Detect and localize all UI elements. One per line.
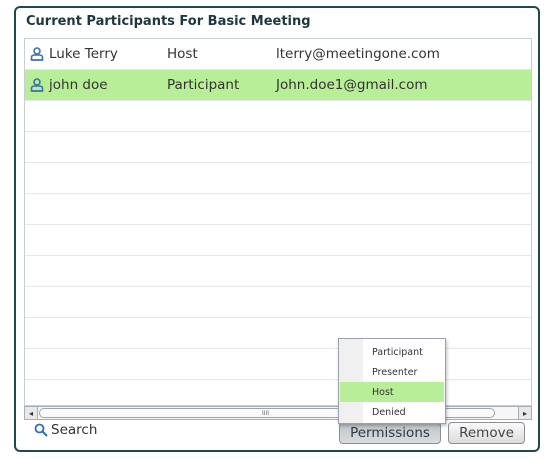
scroll-grip: IIII xyxy=(262,410,270,417)
scroll-left-button[interactable]: ◂ xyxy=(25,407,38,419)
participant-role: Participant xyxy=(167,77,240,93)
empty-row xyxy=(25,163,531,194)
empty-row xyxy=(25,225,531,256)
scroll-right-button[interactable]: ▸ xyxy=(518,407,531,419)
empty-row xyxy=(25,287,531,318)
menu-item-host[interactable]: Host xyxy=(340,382,444,402)
remove-button[interactable]: Remove xyxy=(448,422,525,444)
participant-role: Host xyxy=(167,46,198,62)
search-icon xyxy=(34,423,48,437)
participants-panel: Current Participants For Basic Meeting L… xyxy=(14,6,540,452)
empty-row xyxy=(25,318,531,349)
user-icon xyxy=(30,78,44,92)
empty-row xyxy=(25,132,531,163)
menu-item-presenter[interactable]: Presenter xyxy=(340,362,444,382)
empty-row xyxy=(25,194,531,225)
participant-email: John.doe1@gmail.com xyxy=(276,77,428,93)
search-button[interactable]: Search xyxy=(34,422,97,438)
empty-row xyxy=(25,256,531,287)
participant-row[interactable]: Luke Terry Host lterry@meetingone.com xyxy=(25,39,531,70)
participant-name: Luke Terry xyxy=(49,46,118,62)
menu-item-participant[interactable]: Participant xyxy=(340,342,444,362)
empty-row xyxy=(25,349,531,380)
participant-row-selected[interactable]: john doe Participant John.doe1@gmail.com xyxy=(25,70,531,101)
empty-row xyxy=(25,101,531,132)
panel-title: Current Participants For Basic Meeting xyxy=(26,14,311,29)
menu-item-denied[interactable]: Denied xyxy=(340,402,444,422)
participants-list[interactable]: Luke Terry Host lterry@meetingone.com jo… xyxy=(24,38,532,406)
user-icon xyxy=(30,47,44,61)
participant-name: john doe xyxy=(49,77,108,93)
search-label: Search xyxy=(51,422,98,438)
participant-email: lterry@meetingone.com xyxy=(276,46,440,62)
empty-row xyxy=(25,380,531,405)
permissions-menu: Participant Presenter Host Denied xyxy=(338,338,446,424)
horizontal-scrollbar[interactable]: ◂ IIII ▸ xyxy=(24,406,532,420)
permissions-button[interactable]: Permissions xyxy=(339,422,441,444)
